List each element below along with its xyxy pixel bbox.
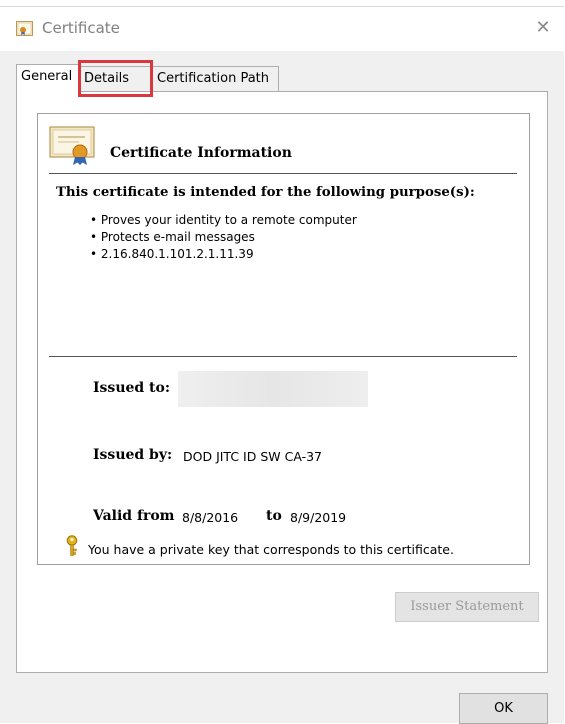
purpose-heading: This certificate is intended for the fol…	[56, 185, 475, 200]
title-bar: Certificate ✕	[0, 7, 564, 51]
window-title: Certificate	[42, 19, 120, 37]
tab-label: Certification Path	[157, 71, 270, 86]
ok-button[interactable]: OK	[459, 693, 548, 724]
purpose-item: Proves your identity to a remote compute…	[90, 212, 357, 229]
issued-by-value: DOD JITC ID SW CA-37	[183, 449, 323, 464]
tab-label: Details	[84, 71, 130, 86]
issuer-statement-button[interactable]: Issuer Statement	[395, 592, 539, 622]
details-divider	[49, 356, 517, 357]
close-icon: ✕	[535, 17, 551, 38]
tab-general[interactable]: General	[16, 64, 80, 92]
tab-certification-path[interactable]: Certification Path	[153, 66, 279, 91]
issued-to-value-redacted	[178, 371, 368, 407]
valid-to-label: to	[266, 508, 282, 524]
close-button[interactable]: ✕	[528, 13, 558, 43]
valid-from-value: 8/8/2016	[182, 510, 239, 525]
tab-details[interactable]: Details	[80, 66, 153, 91]
tab-label: General	[21, 69, 73, 84]
certificate-info-box: Certificate Information This certificate…	[37, 113, 530, 565]
purpose-item: 2.16.840.1.101.2.1.11.39	[90, 246, 357, 263]
certificate-document-icon	[49, 125, 95, 169]
general-tab-panel: Certificate Information This certificate…	[16, 91, 548, 673]
valid-to-value: 8/9/2019	[290, 510, 347, 525]
issued-by-label: Issued by:	[93, 447, 173, 463]
certificate-information-heading: Certificate Information	[110, 145, 292, 161]
valid-from-label: Valid from	[93, 508, 175, 524]
purpose-list: Proves your identity to a remote compute…	[90, 212, 357, 263]
private-key-note: You have a private key that corresponds …	[88, 542, 454, 557]
certificate-icon	[16, 21, 33, 40]
certificate-dialog: Certificate ✕ General Details Certificat…	[0, 6, 564, 724]
issued-to-label: Issued to:	[93, 380, 171, 396]
key-icon	[65, 535, 79, 561]
purpose-item: Protects e-mail messages	[90, 229, 357, 246]
heading-divider	[49, 173, 517, 174]
